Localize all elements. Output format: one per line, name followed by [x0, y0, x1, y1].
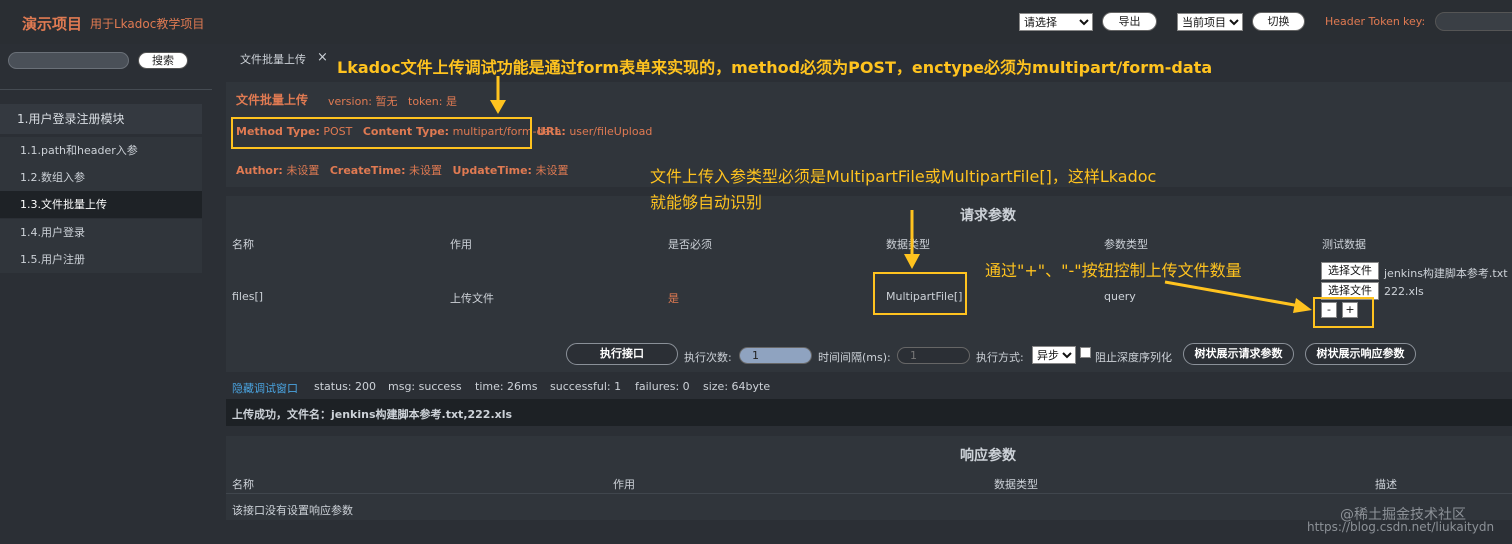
- annotation-arrows: [490, 76, 1312, 313]
- watermark-csdn: https://blog.csdn.net/liukaitydn: [1307, 520, 1495, 534]
- arrow-to-datatype-box: [904, 210, 920, 269]
- arrow-to-method-box: [490, 76, 506, 114]
- arrow-to-plus-minus: [1164, 280, 1312, 313]
